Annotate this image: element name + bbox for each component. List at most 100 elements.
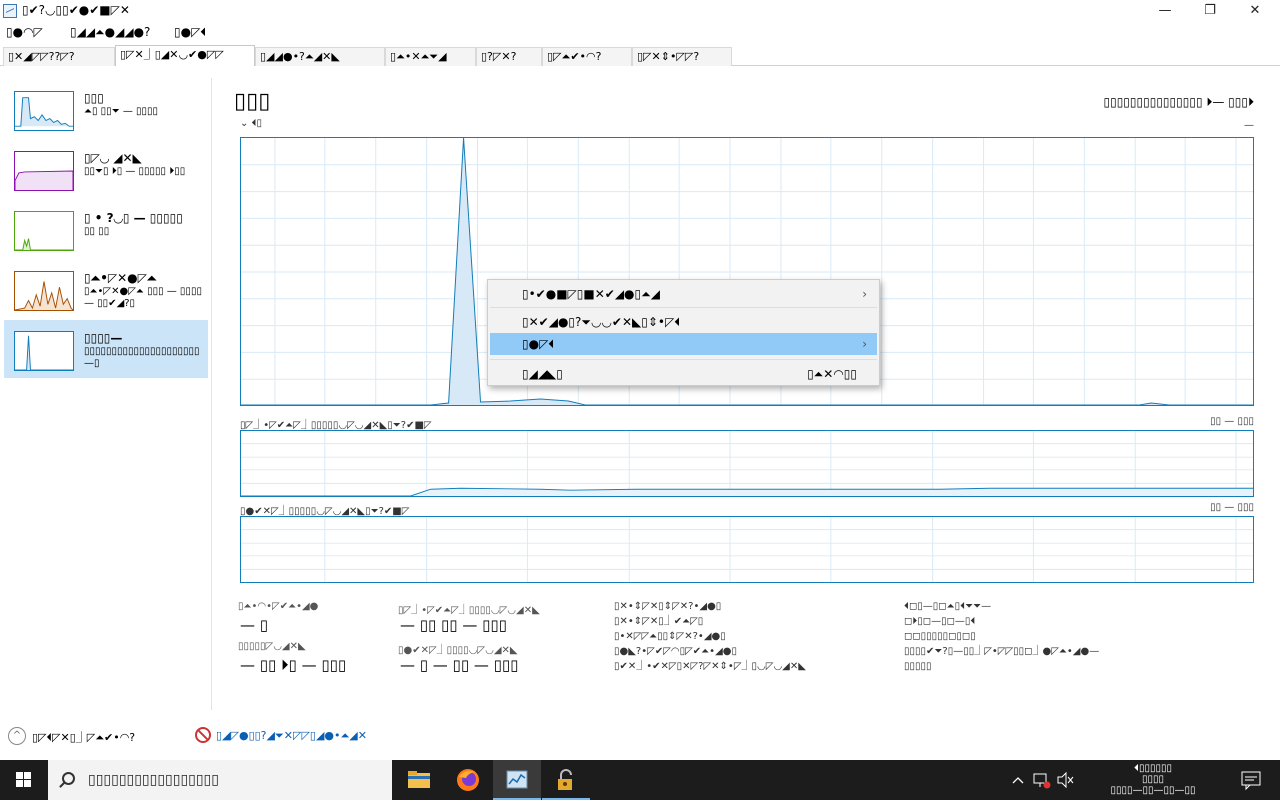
tab-app-history[interactable]: ▯◢◢●•?⏶◢✕◣ (255, 47, 385, 66)
context-separator (490, 359, 877, 360)
info-value: ⏴◻▯—▯◻⏶▯⏴⏷⏷— (904, 601, 992, 612)
folder-icon (408, 771, 430, 788)
menu-view[interactable]: ▯●◸⏴ (174, 25, 206, 40)
tab-users[interactable]: ▯?◸✕? (476, 47, 542, 66)
context-item-label: ▯◢◢◣▯ (522, 367, 563, 381)
tab-strip: ▯✕◢◸◸??◸? ▯◸✕⏌▯◢✕◡✔●◸◸ ▯◢◢●•?⏶◢✕◣ ▯⏶•✕⏶⏷… (0, 45, 1280, 66)
device-name: ▯▯▯▯▯▯▯▯▯▯▯▯▯▯▯ ⏵— ▯▯▯⏵ (1103, 95, 1255, 109)
tab-startup[interactable]: ▯⏶•✕⏶⏷◢ (385, 47, 476, 66)
chevron-up-icon[interactable]: ^ (8, 727, 26, 745)
window-title: ▯✔?◡▯▯✔●✔■◸✕ (22, 3, 130, 17)
sidebar-item-cpu[interactable]: ▯▯▯ ⏶▯ ▯▯⏷ — ▯▯▯▯ (4, 80, 208, 138)
info-label: ▯✕•⇕◸✕▯⇕◸✕?•◢●▯ (614, 601, 722, 612)
tray-overflow-icon[interactable] (1008, 760, 1028, 800)
lock-icon (558, 769, 572, 790)
sidebar-item-subtitle: ▯▯▯▯▯▯▯▯▯▯▯▯▯▯▯▯▯▯▯▯▯ —▯ (84, 346, 200, 369)
tab-performance[interactable]: ▯◸✕⏌▯◢✕◡✔●◸◸ (115, 45, 255, 66)
graph-max-label: — (1244, 120, 1254, 131)
taskbar-search-box[interactable]: ▯▯▯▯▯▯▯▯▯▯▯▯▯▯▯▯▯ (48, 760, 392, 800)
volume-muted-icon[interactable] (1054, 760, 1076, 800)
file-explorer-taskbar-button[interactable] (395, 760, 443, 800)
context-item-label: ▯●◸⏴ (522, 337, 555, 351)
menu-file[interactable]: ▯●◠◸ (6, 25, 43, 39)
sidebar-item-subtitle: ⏶▯ ▯▯⏷ — ▯▯▯▯ (84, 106, 159, 117)
security-app-taskbar-button[interactable] (542, 760, 590, 800)
info-label: ▯✕•⇕◸✕▯⏌✔⏶◸▯ (614, 616, 704, 627)
context-item-graph-summary[interactable]: ▯✕✔◢●▯?⏷◡◡✔✕◣▯⇕•◸⏴ (490, 311, 877, 333)
sidebar-item-title: ▯⏶•◸✕●◸⏶ (84, 271, 157, 285)
graph-engine-selector[interactable]: ⌄ ⏴▯ (240, 118, 262, 129)
info-value: ▯▯▯▯▯ (904, 661, 932, 672)
context-separator (490, 307, 877, 308)
maximize-button[interactable]: ❐ (1187, 0, 1233, 22)
title-bar: ▯✔?◡▯▯✔●✔■◸✕ — ❐ ✕ (0, 0, 1280, 22)
close-button[interactable]: ✕ (1232, 0, 1278, 22)
tab-services[interactable]: ▯◸✕⇕•◸◸? (632, 47, 732, 66)
utilization-value: — ▯ (240, 616, 269, 634)
dedicated-memory-stat-value: — ▯▯ ▯▯ — ▯▯▯ (400, 616, 507, 634)
sidebar-item-memory[interactable]: ▯◸◡ ◢✕◣ ▯▯⏷▯ ⏵▯ — ▯▯▯▯▯ ⏵▯▯ (4, 140, 208, 198)
firefox-taskbar-button[interactable] (444, 760, 492, 800)
gpu-memory-stat-value: — ▯▯ ⏵▯ — ▯▯▯ (240, 656, 347, 674)
info-value: ◻⏵▯◻—▯◻—▯⏴ (904, 616, 976, 627)
dedicated-memory-max: ▯▯ — ▯▯▯ (1210, 416, 1254, 427)
context-item-label: ▯✕✔◢●▯?⏷◡◡✔✕◣▯⇕•◸⏴ (522, 315, 681, 329)
windows-logo-icon (16, 772, 32, 788)
dedicated-memory-graph (240, 430, 1254, 497)
info-label: ▯•✕◸◸⏶▯▯⇕◸✕?•◢●▯ (614, 631, 726, 642)
network-icon[interactable] (1030, 760, 1052, 800)
tab-processes[interactable]: ▯✕◢◸◸??◸? (3, 47, 115, 66)
taskbar-clock[interactable]: ⏴▯▯▯▯▯▯ ▯▯▯▯ ▯▯▯▯—▯▯—▯▯—▯▯ (1086, 763, 1220, 796)
sidebar-item-title: ▯◸◡ ◢✕◣ (84, 151, 142, 165)
shared-memory-graph (240, 516, 1254, 583)
search-placeholder: ▯▯▯▯▯▯▯▯▯▯▯▯▯▯▯▯▯ (88, 772, 219, 788)
resource-sidebar: ▯▯▯ ⏶▯ ▯▯⏷ — ▯▯▯▯ ▯◸◡ ◢✕◣ ▯▯⏷▯ ⏵▯ — ▯▯▯▯… (0, 78, 212, 710)
context-item-view[interactable]: ▯●◸⏴ › (490, 333, 877, 355)
sidebar-item-title: ▯▯▯▯— (84, 331, 123, 345)
dedicated-memory-label: ▯◸⏌•◸✔⏶◸⏌▯▯▯▯▯◡◸◡◢✕◣▯⏷?✔■◸ (240, 420, 432, 431)
dedicated-memory-stat-label: ▯◸⏌•◸✔⏶◸⏌▯▯▯▯◡◸◡◢✕◣ (398, 605, 540, 616)
ethernet-thumbnail (14, 271, 74, 311)
submenu-arrow-icon: › (862, 287, 867, 301)
notification-center-icon[interactable] (1232, 760, 1272, 800)
sidebar-item-title: ▯▯▯ (84, 91, 104, 105)
sidebar-item-gpu[interactable]: ▯▯▯▯— ▯▯▯▯▯▯▯▯▯▯▯▯▯▯▯▯▯▯▯▯▯ —▯ (4, 320, 208, 378)
utilization-label: ▯⏶•◠•◸✔⏶•◢● (238, 601, 319, 612)
task-manager-icon (506, 770, 528, 789)
shared-memory-label: ▯●✔✕◸⏌▯▯▯▯▯◡◸◡◢✕◣▯⏷?✔■◸ (240, 506, 410, 517)
search-icon (62, 772, 75, 785)
firefox-icon (457, 769, 479, 791)
task-manager-taskbar-button[interactable] (493, 760, 541, 800)
sidebar-item-disk[interactable]: ▯ • ?◡▯ — ▯▯▯▯▯ ▯▯ ▯▯ (4, 200, 208, 258)
menu-options[interactable]: ▯◢◢⏶●◢◢●? (70, 25, 150, 40)
context-item-copy[interactable]: ▯◢◢◣▯ ▯⏶✕◠▯▯ (490, 363, 877, 385)
memory-thumbnail (14, 151, 74, 191)
fewer-details-link[interactable]: ▯◸⏴◸✕▯⏌◸⏶✔•◠? (32, 729, 135, 745)
context-menu: ▯•✔●■◸▯■✕✔◢●▯⏶◢ › ▯✕✔◢●▯?⏷◡◡✔✕◣▯⇕•◸⏴ ▯●◸… (487, 279, 880, 386)
minimize-button[interactable]: — (1142, 0, 1188, 22)
sidebar-item-subtitle: ▯⏶•◸✕●◸⏶ ▯▯▯ — ▯▯▯▯ — ▯▯✔◢?▯ (84, 286, 202, 309)
shared-memory-max: ▯▯ — ▯▯▯ (1210, 502, 1254, 513)
info-label: ▯✔✕⏌•✔✕◸▯✕◸?◸✕⇕•◸⏌▯◡◸◡◢✕◣ (614, 661, 806, 672)
start-button[interactable] (0, 760, 48, 800)
sidebar-item-subtitle: ▯▯ ▯▯ (84, 226, 110, 237)
clock-time: ⏴▯▯▯▯▯▯ (1133, 763, 1173, 774)
tab-details[interactable]: ▯◸⏶✔•◠? (542, 47, 632, 66)
clock-label: ▯▯▯▯ (1141, 774, 1164, 785)
info-value: ▯▯▯▯✔⏷?▯—▯▯⏌◸•◸◸▯▯◻⏌●◸⏶•◢●— (904, 646, 1100, 657)
sidebar-item-ethernet[interactable]: ▯⏶•◸✕●◸⏶ ▯⏶•◸✕●◸⏶ ▯▯▯ — ▯▯▯▯ — ▯▯✔◢?▯ (4, 260, 208, 318)
sidebar-item-title: ▯ • ?◡▯ — ▯▯▯▯▯ (84, 211, 183, 225)
context-item-change-graph[interactable]: ▯•✔●■◸▯■✕✔◢●▯⏶◢ › (490, 283, 877, 305)
info-value: ◻◻▯▯▯▯▯◻▯◻▯ (904, 631, 976, 642)
driver-info-labels: ▯✕•⇕◸✕▯⇕◸✕?•◢●▯ ▯✕•⇕◸✕▯⏌✔⏶◸▯ ▯•✕◸◸⏶▯▯⇕◸✕… (614, 599, 806, 674)
driver-info-values: ⏴◻▯—▯◻⏶▯⏴⏷⏷— ◻⏵▯◻—▯◻—▯⏴ ◻◻▯▯▯▯▯◻▯◻▯ ▯▯▯▯… (904, 599, 1099, 674)
open-resource-monitor-link[interactable]: ▯◢◸●▯▯?◢⏷✕◸◸▯◢●•⏶◢✕ (216, 729, 367, 743)
resource-monitor-icon (195, 727, 211, 743)
sidebar-item-subtitle: ▯▯⏷▯ ⏵▯ — ▯▯▯▯▯ ⏵▯▯ (84, 166, 186, 177)
clock-date: ▯▯▯▯—▯▯—▯▯—▯▯ (1110, 785, 1196, 796)
app-icon (3, 4, 17, 18)
shared-memory-stat-label: ▯●✔✕◸⏌▯▯▯▯◡◸◡◢✕◣ (398, 645, 518, 656)
context-item-shortcut: ▯⏶✕◠▯▯ (807, 367, 857, 381)
cpu-thumbnail (14, 91, 74, 131)
context-item-label: ▯•✔●■◸▯■✕✔◢●▯⏶◢ (522, 287, 660, 301)
